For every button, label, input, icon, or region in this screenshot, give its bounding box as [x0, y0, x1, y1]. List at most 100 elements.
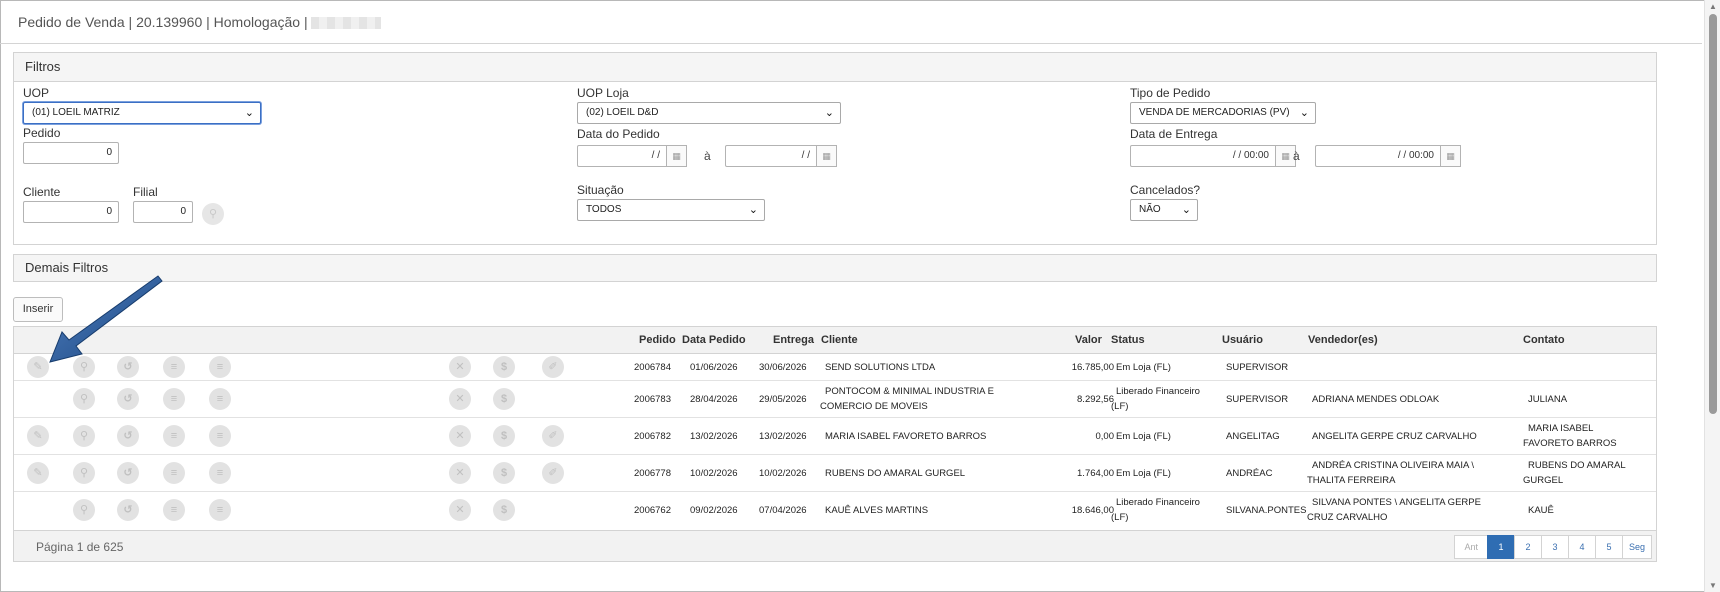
cell-usuario: SUPERVISOR: [1226, 362, 1289, 373]
menu-icon[interactable]: ≡: [209, 462, 231, 484]
situacao-value: TODOS: [586, 204, 622, 215]
chevron-down-icon: ⌄: [824, 107, 834, 119]
vertical-scrollbar[interactable]: ▲ ▼: [1704, 0, 1720, 592]
cancel-icon[interactable]: ✕: [449, 499, 471, 521]
list-icon[interactable]: ≡: [163, 356, 185, 378]
list-icon[interactable]: ≡: [163, 499, 185, 521]
dollar-icon[interactable]: $: [493, 356, 515, 378]
pager-prev[interactable]: Ant: [1454, 535, 1488, 559]
col-vendedores[interactable]: Vendedor(es): [1308, 334, 1378, 346]
history-icon[interactable]: ↺: [117, 425, 139, 447]
cell-entrega: 13/02/2026: [759, 431, 807, 442]
cell-contato: RUBENS DO AMARAL GURGEL: [1523, 460, 1626, 486]
data-pedido-to-field[interactable]: / /: [725, 145, 817, 167]
menu-icon[interactable]: ≡: [209, 356, 231, 378]
col-valor[interactable]: Valor: [1075, 334, 1102, 346]
table-row[interactable]: ⚲ ↺ ≡ ≡ ✕ $ 2006783 28/04/2026 29/05/202…: [14, 381, 1656, 418]
cancel-icon[interactable]: ✕: [449, 462, 471, 484]
col-pedido[interactable]: Pedido: [639, 334, 676, 346]
uop-loja-select[interactable]: (02) LOEIL D&D ⌄: [577, 102, 841, 124]
pager-page-2[interactable]: 2: [1513, 535, 1542, 559]
table-row[interactable]: ✎ ⚲ ↺ ≡ ≡ ✕ $ ✐ 2006782 13/02/2026 13/02…: [14, 418, 1656, 455]
calendar-icon[interactable]: ▦: [817, 145, 837, 167]
menu-icon[interactable]: ≡: [209, 425, 231, 447]
search-icon[interactable]: ⚲: [73, 499, 95, 521]
dollar-icon[interactable]: $: [493, 425, 515, 447]
cell-pedido: 2006782: [634, 431, 671, 442]
table-row[interactable]: ⚲ ↺ ≡ ≡ ✕ $ 2006762 09/02/2026 07/04/202…: [14, 492, 1656, 529]
history-icon[interactable]: ↺: [117, 462, 139, 484]
col-cliente[interactable]: Cliente: [821, 334, 858, 346]
cell-usuario: ANDRÉAC: [1226, 468, 1273, 479]
dollar-icon[interactable]: $: [493, 462, 515, 484]
cancel-icon[interactable]: ✕: [449, 388, 471, 410]
cell-data-pedido: 28/04/2026: [690, 394, 738, 405]
situacao-select[interactable]: TODOS ⌄: [577, 199, 765, 221]
demais-filtros-panel[interactable]: Demais Filtros: [13, 254, 1657, 282]
pedido-input[interactable]: 0: [23, 142, 119, 164]
history-icon[interactable]: ↺: [117, 388, 139, 410]
grid-header: Pedido Data Pedido Entrega Cliente Valor…: [14, 327, 1656, 354]
dollar-icon[interactable]: $: [493, 499, 515, 521]
search-icon[interactable]: ⚲: [73, 462, 95, 484]
cell-cliente: KAUÊ ALVES MARTINS: [825, 505, 929, 516]
cell-cliente: PONTOCOM & MINIMAL INDUSTRIA E COMERCIO …: [820, 386, 994, 412]
uop-value: (01) LOEIL MATRIZ: [32, 107, 120, 118]
pager-page-3[interactable]: 3: [1540, 535, 1569, 559]
search-cliente-button[interactable]: ⚲: [202, 203, 224, 225]
filial-input[interactable]: 0: [133, 201, 193, 223]
scroll-up-icon[interactable]: ▲: [1709, 2, 1717, 11]
col-entrega[interactable]: Entrega: [773, 334, 814, 346]
uop-select[interactable]: (01) LOEIL MATRIZ ⌄: [23, 102, 261, 124]
col-contato[interactable]: Contato: [1523, 334, 1565, 346]
cell-usuario: ANGELITAG: [1226, 431, 1280, 442]
col-status[interactable]: Status: [1111, 334, 1145, 346]
menu-icon[interactable]: ≡: [209, 499, 231, 521]
note-edit-icon[interactable]: ✐: [542, 425, 564, 447]
col-usuario[interactable]: Usuário: [1222, 334, 1263, 346]
cliente-input[interactable]: 0: [23, 201, 119, 223]
col-data-pedido[interactable]: Data Pedido: [682, 334, 746, 346]
uop-loja-value: (02) LOEIL D&D: [586, 107, 659, 118]
search-icon: ⚲: [208, 208, 218, 220]
list-icon[interactable]: ≡: [163, 425, 185, 447]
note-edit-icon[interactable]: ✐: [542, 356, 564, 378]
list-icon[interactable]: ≡: [163, 462, 185, 484]
tipo-pedido-select[interactable]: VENDA DE MERCADORIAS (PV) ⌄: [1130, 102, 1316, 124]
demais-filtros-header[interactable]: Demais Filtros: [14, 255, 1656, 281]
table-row[interactable]: ✎ ⚲ ↺ ≡ ≡ ✕ $ ✐ 2006778 10/02/2026 10/02…: [14, 455, 1656, 492]
dollar-icon[interactable]: $: [493, 388, 515, 410]
cancel-icon[interactable]: ✕: [449, 425, 471, 447]
cell-status: Em Loja (FL): [1116, 431, 1171, 442]
pager-next[interactable]: Seg: [1621, 535, 1652, 559]
list-icon[interactable]: ≡: [163, 388, 185, 410]
pager-page-1[interactable]: 1: [1486, 535, 1515, 559]
cell-data-pedido: 10/02/2026: [690, 468, 738, 479]
calendar-icon[interactable]: ▦: [1441, 145, 1461, 167]
cell-status: Liberado Financeiro (LF): [1111, 497, 1200, 523]
data-pedido-from-field[interactable]: / /: [577, 145, 667, 167]
pager-page-4[interactable]: 4: [1567, 535, 1596, 559]
scrollbar-thumb[interactable]: [1709, 14, 1717, 414]
note-edit-icon[interactable]: ✐: [542, 462, 564, 484]
filial-label: Filial: [133, 185, 158, 199]
situacao-label: Situação: [577, 183, 624, 197]
scroll-down-icon[interactable]: ▼: [1709, 581, 1717, 590]
edit-icon[interactable]: ✎: [27, 425, 49, 447]
pedido-label: Pedido: [23, 126, 61, 140]
cancel-icon[interactable]: ✕: [449, 356, 471, 378]
data-entrega-from-field[interactable]: / / 00:00: [1130, 145, 1276, 167]
cancelados-select[interactable]: NÃO ⌄: [1130, 199, 1198, 221]
table-row[interactable]: ✎ ⚲ ↺ ≡ ≡ ✕ $ ✐ 2006784 01/06/2026 30/06…: [14, 354, 1656, 381]
search-icon[interactable]: ⚲: [73, 388, 95, 410]
cell-pedido: 2006783: [634, 394, 671, 405]
pager-page-5[interactable]: 5: [1594, 535, 1623, 559]
edit-icon[interactable]: ✎: [27, 462, 49, 484]
cell-valor: 16.785,00: [1071, 362, 1114, 373]
menu-icon[interactable]: ≡: [209, 388, 231, 410]
calendar-icon[interactable]: ▦: [667, 145, 687, 167]
cell-valor: 0,00: [1095, 431, 1115, 442]
search-icon[interactable]: ⚲: [73, 425, 95, 447]
history-icon[interactable]: ↺: [117, 499, 139, 521]
data-entrega-to-field[interactable]: / / 00:00: [1315, 145, 1441, 167]
